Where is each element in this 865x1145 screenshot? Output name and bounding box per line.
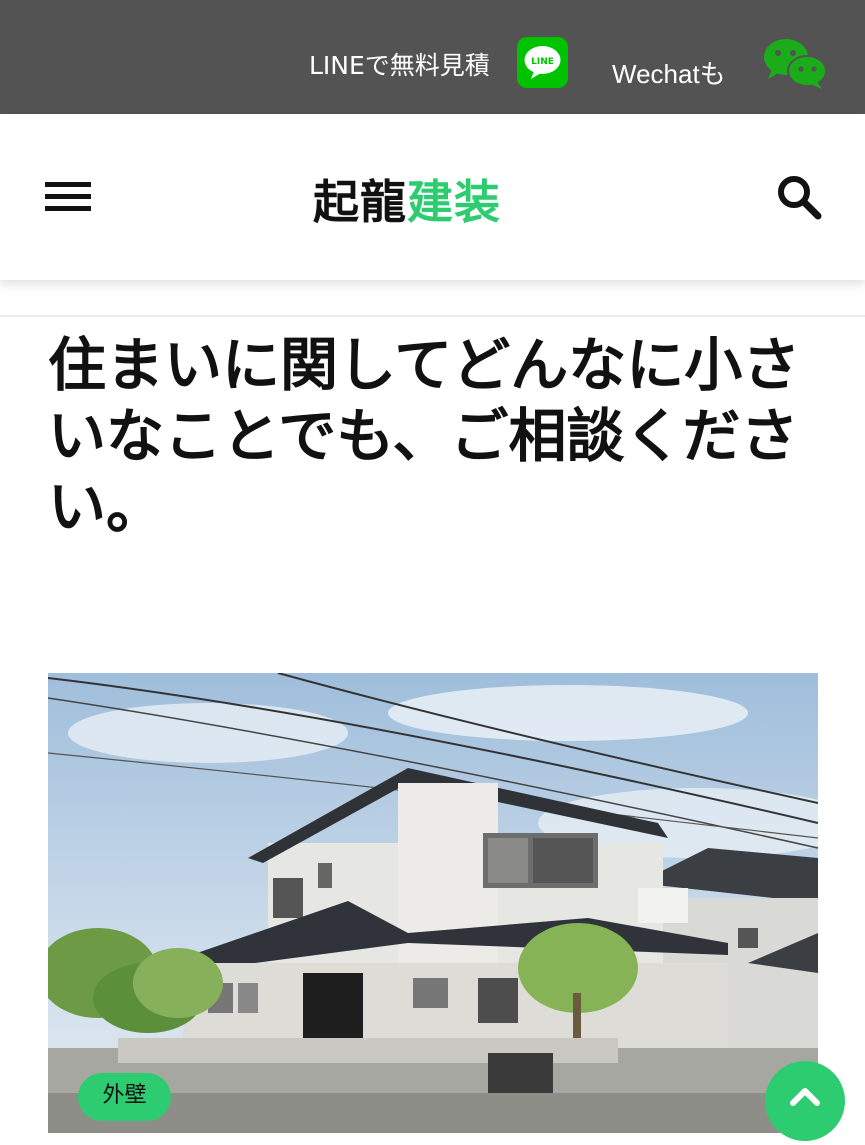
hamburger-menu-icon[interactable] (45, 182, 91, 214)
featured-post-image[interactable] (48, 673, 818, 1133)
category-badge[interactable]: 外壁 (78, 1073, 171, 1121)
top-contact-bar: LINEで無料見積 LINE Wechatも (0, 0, 865, 114)
page-title: 住まいに関してどんなに小さいなことでも、ご相談ください。 (48, 331, 801, 541)
wechat-link[interactable]: Wechatも (612, 46, 726, 98)
line-estimate-label: LINEで無料見積 (309, 51, 490, 80)
site-logo[interactable]: 起龍建装 (313, 166, 501, 232)
chevron-up-icon (790, 1088, 820, 1106)
wechat-icon[interactable] (762, 37, 828, 89)
scroll-to-top-button[interactable] (765, 1061, 845, 1141)
logo-text-black: 起龍 (313, 175, 407, 229)
section-divider (0, 315, 865, 317)
line-icon[interactable]: LINE (517, 37, 568, 88)
search-icon[interactable] (776, 174, 822, 220)
site-header: 起龍建装 (0, 114, 865, 280)
house-photo (48, 673, 818, 1133)
logo-text-green: 建装 (407, 175, 501, 229)
line-estimate-link[interactable]: LINEで無料見積 (309, 38, 490, 90)
wechat-label: Wechatも (612, 58, 726, 89)
line-icon-text: LINE (531, 57, 554, 67)
